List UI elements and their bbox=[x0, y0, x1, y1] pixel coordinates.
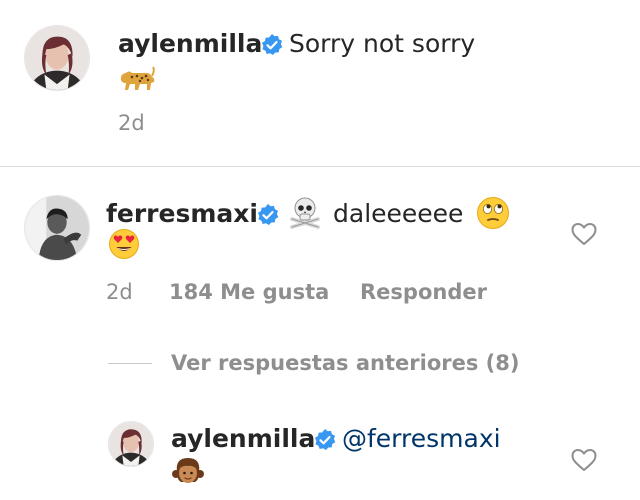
like-heart-icon-reply[interactable] bbox=[571, 448, 597, 472]
avatar-image bbox=[25, 26, 89, 90]
caption-timestamp: 2d bbox=[118, 111, 145, 135]
verified-badge-icon bbox=[313, 428, 337, 452]
view-previous-replies-button[interactable]: Ver respuestas anteriores (8) bbox=[171, 353, 519, 374]
verified-badge-icon bbox=[260, 33, 284, 57]
reply-username[interactable]: aylenmilla bbox=[171, 426, 315, 451]
caption-username[interactable]: aylenmilla bbox=[118, 31, 262, 56]
divider bbox=[0, 166, 640, 167]
smiling-face-with-heart-eyes-emoji bbox=[108, 228, 140, 260]
replies-divider-line bbox=[108, 363, 152, 364]
verified-badge-icon bbox=[256, 203, 280, 227]
avatar-ferresmaxi[interactable] bbox=[24, 195, 90, 261]
avatar-aylenmilla-reply[interactable] bbox=[108, 421, 154, 467]
avatar-image bbox=[25, 196, 89, 260]
leopard-emoji bbox=[118, 64, 156, 92]
avatar-aylenmilla[interactable] bbox=[24, 25, 90, 91]
reply-button[interactable]: Responder bbox=[360, 282, 487, 303]
comment-text: daleeeeee bbox=[333, 199, 464, 228]
comment-username[interactable]: ferresmaxi bbox=[106, 201, 258, 226]
reply-mention-link[interactable]: @ferresmaxi bbox=[342, 426, 501, 451]
avatar-image bbox=[109, 422, 153, 466]
skull-and-crossbones-emoji bbox=[288, 195, 322, 229]
like-heart-icon-comment[interactable] bbox=[571, 222, 597, 246]
girl-emoji bbox=[171, 454, 205, 488]
face-with-rolling-eyes-emoji bbox=[476, 196, 510, 230]
comment-timestamp: 2d bbox=[106, 280, 133, 304]
comment-like-count[interactable]: 184 Me gusta bbox=[169, 282, 329, 303]
caption-text: Sorry not sorry bbox=[289, 29, 476, 58]
